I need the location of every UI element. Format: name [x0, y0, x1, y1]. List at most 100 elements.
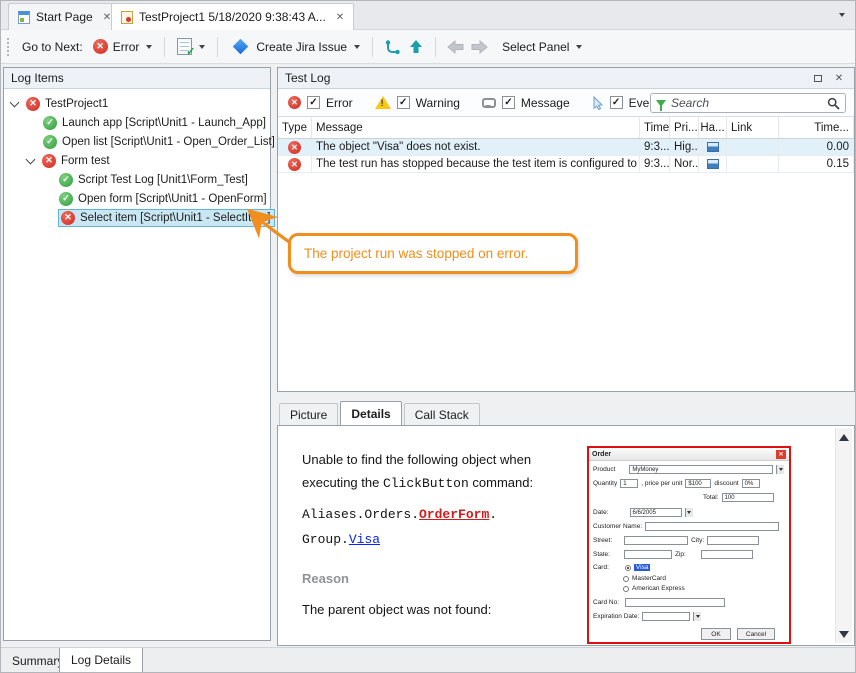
test-log-panel-header: Test Log [278, 68, 854, 89]
chevron-down-icon[interactable] [354, 45, 360, 49]
city-label: City: [691, 537, 704, 544]
discount-label: discount [714, 480, 738, 487]
log-filter-bar: Error Warning Message Event [278, 89, 854, 117]
toolbar-separator [372, 37, 373, 57]
filter-warning[interactable]: Warning [375, 96, 460, 110]
success-icon [59, 192, 73, 206]
cancel-button: Cancel [737, 628, 775, 640]
go-to-next-error-button[interactable]: Error [88, 36, 158, 57]
close-icon[interactable] [103, 12, 111, 23]
tree-item-open-list[interactable]: Open list [Script\Unit1 - Open_Order_Lis… [4, 132, 270, 151]
close-icon[interactable] [336, 12, 344, 23]
tree-item-select-item[interactable]: Select item [Script\Unit1 - SelectItem] [4, 208, 270, 227]
close-icon [776, 450, 786, 459]
create-jira-issue-button[interactable]: Create Jira Issue [225, 37, 365, 57]
tab-start-page[interactable]: Start Page [8, 3, 121, 30]
error-icon [288, 96, 301, 109]
mastercard-radio [623, 576, 629, 582]
log-row-2[interactable]: The test run has stopped because the tes… [278, 156, 854, 173]
tab-details[interactable]: Details [340, 401, 401, 425]
success-icon [43, 116, 57, 130]
column-message[interactable]: Message [312, 117, 640, 138]
toolbar-separator [435, 37, 436, 57]
log-message: The test run has stopped because the tes… [312, 156, 640, 172]
chevron-expanded-icon[interactable] [10, 97, 20, 107]
filter-error[interactable]: Error [288, 96, 353, 110]
filter-label: Error [326, 96, 353, 110]
filter-message[interactable]: Message [482, 96, 570, 110]
column-type[interactable]: Type [278, 117, 312, 138]
card-no-field [625, 598, 725, 607]
select-result-button[interactable] [172, 35, 210, 58]
upload-icon[interactable] [406, 36, 426, 58]
start-page-icon [18, 11, 30, 24]
log-row-1[interactable]: The object "Visa" does not exist. 9:3...… [278, 139, 854, 156]
tree-item-script-test-log[interactable]: Script Test Log [Unit1\Form_Test] [4, 170, 270, 189]
filter-label: Warning [416, 96, 460, 110]
event-checkbox[interactable] [610, 96, 623, 109]
magnifier-icon[interactable] [827, 97, 840, 110]
success-icon [43, 135, 57, 149]
tree-item-label: TestProject1 [45, 98, 108, 110]
vertical-scrollbar[interactable] [835, 428, 852, 643]
tab-list-chevron-down-icon[interactable] [839, 13, 845, 17]
tree-item-form-test[interactable]: Form test [4, 151, 270, 170]
log-message: The object "Visa" does not exist. [312, 139, 640, 155]
error-checkbox[interactable] [307, 96, 320, 109]
chevron-down-icon [685, 508, 693, 517]
go-to-next-error-label: Error [113, 40, 140, 54]
chevron-down-icon[interactable] [146, 45, 152, 49]
branch-icon[interactable] [382, 36, 402, 58]
restore-icon[interactable] [810, 71, 826, 85]
tab-call-stack[interactable]: Call Stack [404, 403, 480, 425]
toolbar-separator [164, 37, 165, 57]
close-icon[interactable] [831, 71, 847, 85]
message-checkbox[interactable] [502, 96, 515, 109]
chevron-down-icon[interactable] [199, 45, 205, 49]
callout-text: The project run was stopped on error. [304, 246, 528, 261]
log-search-box[interactable] [650, 93, 846, 113]
scroll-down-icon[interactable] [836, 625, 852, 643]
chevron-down-icon[interactable] [576, 45, 582, 49]
order-form-title: Order [592, 451, 611, 458]
select-panel-button[interactable]: Select Panel [497, 37, 587, 57]
tab-log-details[interactable]: Log Details [59, 648, 143, 673]
panel-title: Log Items [11, 71, 64, 85]
forward-arrow-icon[interactable] [469, 36, 489, 58]
column-priority[interactable]: Pri... [670, 117, 699, 138]
column-link[interactable]: Link [727, 117, 779, 138]
discount-field: 0% [742, 479, 760, 488]
column-time-diff[interactable]: Time... [779, 117, 854, 138]
visa-option-selected: Visa [634, 564, 651, 571]
product-combobox: MyMoney [629, 465, 773, 474]
chevron-expanded-icon[interactable] [26, 154, 36, 164]
reason-heading: Reason [302, 567, 557, 590]
tab-label: Start Page [36, 10, 93, 24]
back-arrow-icon[interactable] [445, 36, 465, 58]
picture-icon[interactable] [707, 159, 719, 169]
column-has-picture[interactable]: Ha... [699, 117, 727, 138]
picture-icon[interactable] [707, 142, 719, 152]
card-no-label: Card No: [593, 599, 619, 606]
total-label: Total: [703, 494, 719, 501]
select-panel-label: Select Panel [502, 40, 569, 54]
warning-icon [375, 96, 391, 109]
tree-item-launch-app[interactable]: Launch app [Script\Unit1 - Launch_App] [4, 113, 270, 132]
visa-object-link[interactable]: Visa [349, 532, 380, 547]
warning-checkbox[interactable] [397, 96, 410, 109]
tab-picture[interactable]: Picture [279, 403, 338, 425]
street-field [624, 536, 688, 545]
error-icon [93, 39, 108, 54]
toolbar-grip[interactable] [7, 38, 10, 56]
customer-name-label: Customer Name: [593, 523, 642, 530]
tab-test-log-project[interactable]: TestProject1 5/18/2020 9:38:43 A... [111, 3, 354, 30]
product-label: Product [593, 466, 615, 473]
price-field: $100 [685, 479, 711, 488]
scroll-up-icon[interactable] [836, 428, 852, 446]
column-time[interactable]: Time [640, 117, 670, 138]
tree-item-testproject1[interactable]: TestProject1 [4, 94, 270, 113]
tree-item-open-form[interactable]: Open form [Script\Unit1 - OpenForm] [4, 189, 270, 208]
search-input[interactable] [671, 96, 822, 110]
log-time-diff: 0.15 [779, 156, 854, 172]
price-label: , price per unit [641, 480, 682, 487]
